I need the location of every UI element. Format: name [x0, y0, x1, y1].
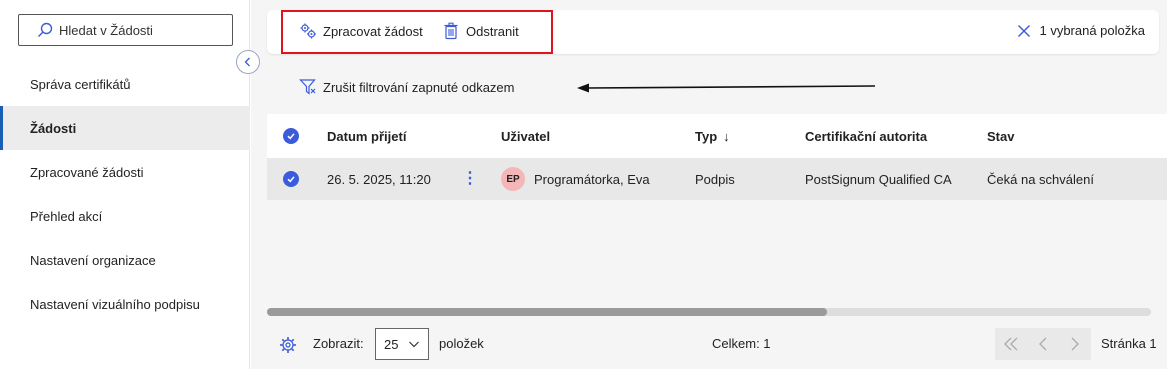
trash-icon	[444, 22, 458, 40]
close-icon	[1018, 24, 1031, 37]
chevron-down-icon	[409, 341, 419, 348]
table-row[interactable]: 26. 5. 2025, 11:20 ⋮ EP Programátorka, E…	[267, 158, 1167, 200]
column-header-authority[interactable]: Certifikační autorita	[805, 129, 927, 144]
process-request-label: Zpracovat žádost	[323, 23, 423, 39]
sidebar-item-label: Nastavení vizuálního podpisu	[30, 296, 200, 312]
selection-count: 1 vybraná položka	[1039, 23, 1145, 38]
sidebar-item-label: Nastavení organizace	[30, 252, 156, 268]
selection-info[interactable]: 1 vybraná položka	[1017, 23, 1145, 38]
main-content: Zpracovat žádost Odstranit 1 vybraná pol…	[251, 0, 1167, 369]
gear-icon[interactable]	[279, 336, 297, 354]
page-indicator: Stránka 1	[1101, 336, 1157, 351]
scrollbar-thumb[interactable]	[267, 308, 827, 316]
row-user: EP Programátorka, Eva	[501, 167, 650, 191]
next-page-icon[interactable]	[1067, 336, 1083, 352]
select-all-checkbox[interactable]	[283, 128, 299, 144]
cancel-filter-label: Zrušit filtrování zapnuté odkazem	[323, 79, 515, 95]
check-icon	[287, 176, 295, 183]
total-count: Celkem: 1	[712, 336, 771, 351]
sidebar-item-label: Zpracované žádosti	[30, 164, 144, 180]
sidebar-item-label: Přehled akcí	[30, 208, 103, 224]
show-label: Zobrazit:	[313, 336, 364, 351]
sidebar-item-action-overview[interactable]: Přehled akcí	[0, 194, 250, 238]
annotation-arrow	[577, 83, 876, 93]
horizontal-scrollbar[interactable]	[267, 308, 1151, 316]
column-header-type[interactable]: Typ ↓	[695, 129, 730, 144]
first-page-icon[interactable]	[1003, 336, 1019, 352]
column-header-date[interactable]: Datum přijetí	[327, 129, 406, 144]
chevron-left-icon	[244, 57, 250, 67]
page-size-select[interactable]: 25	[375, 328, 429, 360]
sidebar-nav: Správa certifikátů Žádosti Zpracované žá…	[0, 62, 250, 326]
table-header: Datum přijetí Uživatel Typ ↓ Certifikačn…	[267, 114, 1167, 158]
avatar: EP	[501, 167, 525, 191]
sidebar-item-label: Správa certifikátů	[30, 76, 131, 92]
delete-button[interactable]: Odstranit	[442, 22, 519, 40]
row-checkbox[interactable]	[283, 171, 299, 187]
search-icon	[38, 22, 53, 37]
row-authority: PostSignum Qualified CA	[805, 171, 952, 187]
filter-clear-icon	[299, 79, 316, 95]
sidebar-item-requests[interactable]: Žádosti	[0, 106, 250, 150]
check-icon	[287, 133, 295, 140]
process-request-button[interactable]: Zpracovat žádost	[299, 22, 423, 40]
search-input[interactable]: Hledat v Žádosti	[18, 14, 233, 46]
page-size-value: 25	[384, 336, 399, 352]
row-type: Podpis	[695, 171, 735, 187]
sidebar-item-organization-settings[interactable]: Nastavení organizace	[0, 238, 250, 282]
row-date: 26. 5. 2025, 11:20	[327, 171, 431, 187]
action-toolbar: Zpracovat žádost Odstranit 1 vybraná pol…	[267, 10, 1159, 54]
pagination-controls	[995, 328, 1091, 360]
collapse-sidebar-button[interactable]	[236, 50, 260, 74]
previous-page-icon[interactable]	[1035, 336, 1051, 352]
search-placeholder: Hledat v Žádosti	[59, 22, 153, 38]
cancel-filter-link[interactable]: Zrušit filtrování zapnuté odkazem	[299, 78, 514, 96]
delete-label: Odstranit	[466, 23, 519, 39]
requests-table: Datum přijetí Uživatel Typ ↓ Certifikačn…	[267, 114, 1167, 200]
sidebar-item-visual-signature-settings[interactable]: Nastavení vizuálního podpisu	[0, 282, 250, 326]
sidebar: Hledat v Žádosti Správa certifikátů Žádo…	[0, 0, 250, 369]
row-status: Čeká na schválení	[987, 171, 1094, 187]
column-header-type-label: Typ	[695, 128, 718, 144]
gears-icon	[300, 23, 316, 39]
row-user-name: Programátorka, Eva	[534, 171, 650, 187]
sort-descending-icon: ↓	[723, 128, 730, 144]
row-actions-menu-icon[interactable]: ⋮	[462, 171, 478, 187]
table-footer: Zobrazit: 25 položek Celkem: 1 Stránka 1	[251, 322, 1167, 369]
column-header-status[interactable]: Stav	[987, 129, 1014, 144]
column-header-user[interactable]: Uživatel	[501, 129, 550, 144]
sidebar-item-label: Žádosti	[30, 120, 77, 136]
sidebar-item-certificates[interactable]: Správa certifikátů	[0, 62, 250, 106]
items-label: položek	[439, 336, 484, 351]
sidebar-item-processed-requests[interactable]: Zpracované žádosti	[0, 150, 250, 194]
